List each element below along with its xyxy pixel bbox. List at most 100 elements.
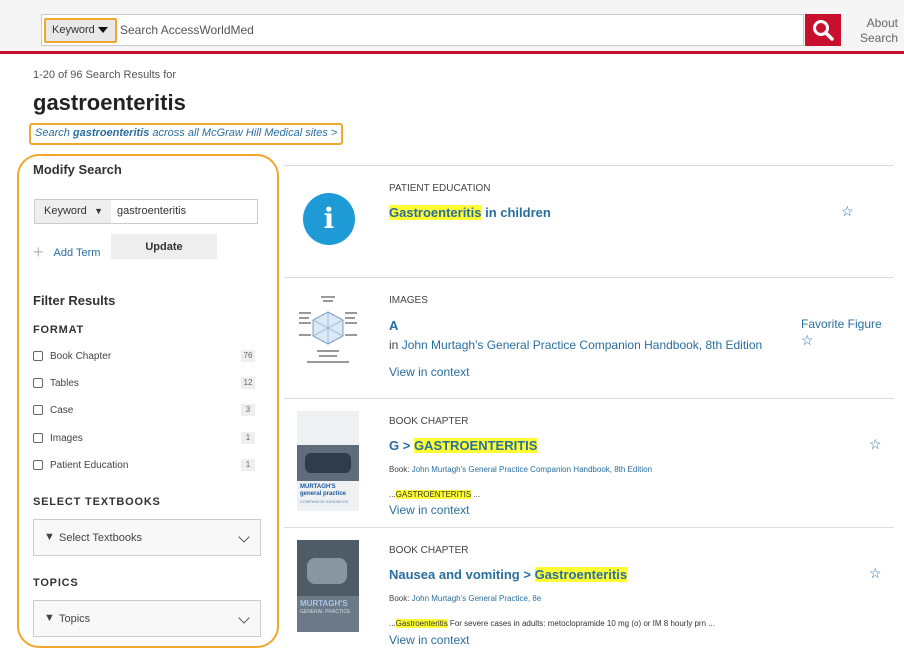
favorite-figure-label: Favorite Figure xyxy=(801,317,882,331)
star-outline-icon[interactable]: ☆ xyxy=(869,436,882,453)
format-item-count: 3 xyxy=(241,404,255,416)
select-textbooks-dropdown[interactable]: ▼ Select Textbooks xyxy=(33,519,261,556)
result-source: in John Murtagh's General Practice Compa… xyxy=(389,338,762,352)
book-prefix: Book: xyxy=(389,465,412,474)
results-count: 1-20 of 96 Search Results for xyxy=(33,69,177,81)
star-outline-icon[interactable]: ☆ xyxy=(841,203,854,220)
search-type-select[interactable]: Keyword xyxy=(44,18,117,43)
top-search-bar: Keyword About Search xyxy=(0,0,904,54)
modify-term-input[interactable]: gastroenteritis xyxy=(117,205,186,217)
modify-search-row: Keyword ▼ gastroenteritis xyxy=(34,199,258,224)
source-prefix: in xyxy=(389,338,402,352)
book-prefix: Book: xyxy=(389,594,412,603)
cover-brand-text: MURTAGH'S xyxy=(300,484,336,490)
search-button[interactable] xyxy=(805,14,841,46)
cover-sub-text: general practice xyxy=(300,491,347,497)
result-type: PATIENT EDUCATION xyxy=(389,183,491,194)
view-in-context-link[interactable]: View in context xyxy=(389,503,470,517)
result-type: BOOK CHAPTER xyxy=(389,416,469,427)
add-term-button[interactable]: + Add Term xyxy=(33,240,101,262)
format-item[interactable]: Case 3 xyxy=(33,404,255,420)
result-type: BOOK CHAPTER xyxy=(389,545,469,556)
topics-dropdown[interactable]: ▼ Topics xyxy=(33,600,261,637)
modify-type-select[interactable]: Keyword ▼ xyxy=(35,200,111,223)
format-item-label: Patient Education xyxy=(50,460,129,471)
view-in-context-link[interactable]: View in context xyxy=(389,633,470,647)
result-title-link[interactable]: G > GASTROENTERITIS xyxy=(389,438,538,453)
cover-brand-text: MURTAGH'S xyxy=(300,599,348,608)
book-cover-thumbnail[interactable]: MURTAGH'S general practice COMPANION HANDB… xyxy=(297,411,359,511)
result-title-link[interactable]: Nausea and vomiting > Gastroenteritis xyxy=(389,567,628,582)
search-type-label: Keyword xyxy=(52,24,95,36)
plus-icon: + xyxy=(33,242,44,262)
result-snippet: ...GASTROENTERITIS ... xyxy=(389,490,480,499)
info-icon: i xyxy=(303,193,355,245)
format-facet-title: FORMAT xyxy=(33,324,85,336)
select-textbooks-label: Select Textbooks xyxy=(59,532,142,544)
search-all-sites-link[interactable]: Search gastroenteritis across all McGraw… xyxy=(29,123,344,145)
title-highlight: Gastroenteritis xyxy=(389,205,482,220)
snippet-pre: ... xyxy=(389,490,396,499)
format-item-count: 12 xyxy=(241,377,255,389)
checkbox[interactable] xyxy=(33,351,43,361)
about-search-link[interactable]: About Search xyxy=(846,16,898,46)
format-item[interactable]: Tables 12 xyxy=(33,377,255,393)
snippet-pre: ... xyxy=(389,619,396,628)
format-item[interactable]: Images 1 xyxy=(33,432,255,448)
add-term-label: Add Term xyxy=(53,247,101,259)
cover-photo xyxy=(307,558,347,584)
favorite-figure-button[interactable]: Favorite Figure ☆ xyxy=(801,317,882,349)
source-book-link[interactable]: John Murtagh's General Practice Companio… xyxy=(402,338,763,352)
result-item: IMAGES A in John Murtagh's General Pract… xyxy=(284,277,894,398)
update-button[interactable]: Update xyxy=(111,234,217,259)
modify-type-label: Keyword xyxy=(44,205,87,217)
checkbox[interactable] xyxy=(33,460,43,470)
book-cover-thumbnail[interactable]: MURTAGH'S GENERAL PRACTICE xyxy=(297,540,359,632)
funnel-icon: ▼ xyxy=(44,612,55,624)
view-in-context-link[interactable]: View in context xyxy=(389,365,470,379)
topics-label: Topics xyxy=(59,613,91,625)
search-icon xyxy=(813,20,834,41)
format-item[interactable]: Book Chapter 76 xyxy=(33,350,255,366)
result-item: i PATIENT EDUCATION Gastroenteritis in c… xyxy=(284,165,894,277)
chevron-down-icon: ▼ xyxy=(94,206,103,216)
modify-search-heading: Modify Search xyxy=(33,162,122,177)
checkbox[interactable] xyxy=(33,378,43,388)
format-item-count: 1 xyxy=(241,459,255,471)
funnel-icon: ▼ xyxy=(44,531,55,543)
star-outline-icon[interactable]: ☆ xyxy=(869,565,882,582)
search-input[interactable] xyxy=(118,15,798,45)
snippet-highlight: GASTROENTERITIS xyxy=(395,490,472,499)
format-item[interactable]: Patient Education 1 xyxy=(33,459,255,475)
book-link[interactable]: John Murtagh's General Practice, 8e xyxy=(412,594,542,603)
format-item-label: Case xyxy=(50,405,74,416)
textbooks-facet-title: SELECT TEXTBOOKS xyxy=(33,496,161,508)
title-highlight: GASTROENTERITIS xyxy=(413,438,538,453)
search-all-term: gastroenteritis xyxy=(72,127,150,139)
format-item-label: Tables xyxy=(50,378,79,389)
book-link[interactable]: John Murtagh's General Practice Companio… xyxy=(412,465,652,474)
result-title-link[interactable]: A xyxy=(389,318,398,333)
filter-results-heading: Filter Results xyxy=(33,293,116,308)
title-highlight: Gastroenteritis xyxy=(534,567,628,582)
cover-photo xyxy=(305,453,351,473)
search-all-pre: Search xyxy=(35,127,73,139)
result-title-link[interactable]: Gastroenteritis in children xyxy=(389,205,551,220)
checkbox[interactable] xyxy=(33,433,43,443)
figure-thumbnail[interactable] xyxy=(297,290,359,368)
cover-brand: MURTAGH'S general practice COMPANION HANDB… xyxy=(300,484,358,505)
query-title: gastroenteritis xyxy=(33,90,186,115)
chevron-down-icon xyxy=(238,612,250,624)
cover-brand: MURTAGH'S GENERAL PRACTICE xyxy=(300,600,358,616)
star-outline-icon: ☆ xyxy=(801,332,814,348)
title-prefix: G > xyxy=(389,438,414,453)
format-item-label: Images xyxy=(50,433,83,444)
format-item-count: 76 xyxy=(241,350,255,362)
format-item-count: 1 xyxy=(241,432,255,444)
result-snippet: ...Gastroenteritis For severe cases in a… xyxy=(389,619,715,628)
cover-small-text: COMPANION HANDBOOK xyxy=(300,499,349,504)
result-type: IMAGES xyxy=(389,295,428,306)
search-box: Keyword xyxy=(41,14,804,46)
checkbox[interactable] xyxy=(33,405,43,415)
topics-facet-title: TOPICS xyxy=(33,577,79,589)
